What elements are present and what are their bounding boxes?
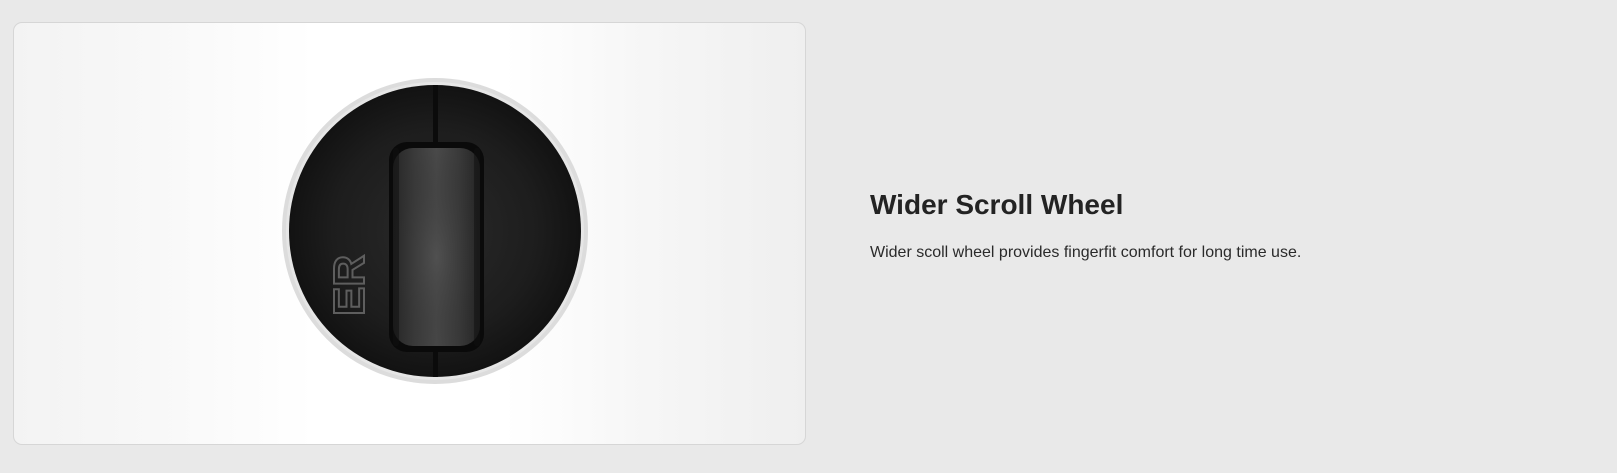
feature-title: Wider Scroll Wheel <box>870 189 1124 220</box>
scroll-wheel-closeup-image: ER <box>282 78 588 384</box>
feature-text-block: Wider Scroll Wheel Wider scoll wheel pro… <box>870 188 1570 264</box>
feature-description: Wider scoll wheel provides fingerfit com… <box>870 244 1302 261</box>
embossed-brand-letters: ER <box>325 255 374 316</box>
product-image-card: ER <box>13 22 806 445</box>
